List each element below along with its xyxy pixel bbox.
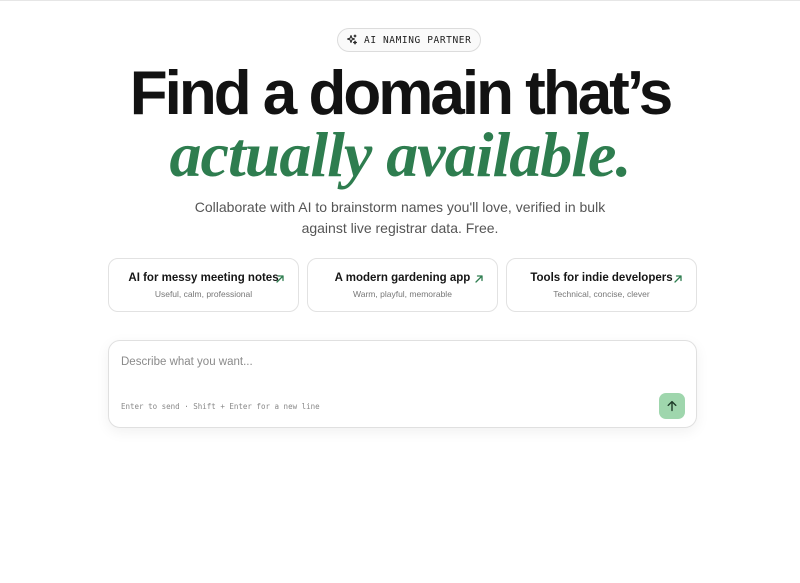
ai-naming-partner-badge: AI NAMING PARTNER (337, 28, 482, 52)
suggestion-card-indie-developers[interactable]: Tools for indie developers Technical, co… (506, 258, 697, 312)
suggestion-card-title: Tools for indie developers (530, 272, 673, 284)
badge-label: AI NAMING PARTNER (364, 34, 472, 46)
suggestion-cards: AI for messy meeting notes Useful, calm,… (108, 258, 697, 312)
suggestion-card-subtitle: Warm, playful, memorable (353, 289, 452, 299)
suggestion-card-title: AI for messy meeting notes (128, 272, 279, 284)
arrow-up-icon (667, 400, 677, 412)
page-subtitle: Collaborate with AI to brainstorm names … (194, 199, 606, 236)
prompt-input[interactable] (121, 351, 661, 373)
prompt-composer: Enter to send · Shift + Enter for a new … (108, 340, 697, 428)
arrow-up-right-icon (475, 275, 483, 283)
send-button[interactable] (659, 393, 685, 419)
suggestion-card-gardening-app[interactable]: A modern gardening app Warm, playful, me… (307, 258, 498, 312)
landing-page: AI NAMING PARTNER Find a domain that’s a… (0, 0, 800, 583)
suggestion-card-meeting-notes[interactable]: AI for messy meeting notes Useful, calm,… (108, 258, 299, 312)
sparkles-icon (347, 34, 357, 45)
page-headline-accent: actually available. (169, 119, 632, 190)
suggestion-card-subtitle: Technical, concise, clever (553, 289, 650, 299)
suggestion-card-title: A modern gardening app (334, 272, 471, 284)
keyboard-hint: Enter to send · Shift + Enter for a new … (121, 402, 320, 411)
arrow-up-right-icon (276, 275, 284, 283)
suggestion-card-subtitle: Useful, calm, professional (154, 289, 253, 299)
arrow-up-right-icon (674, 275, 682, 283)
